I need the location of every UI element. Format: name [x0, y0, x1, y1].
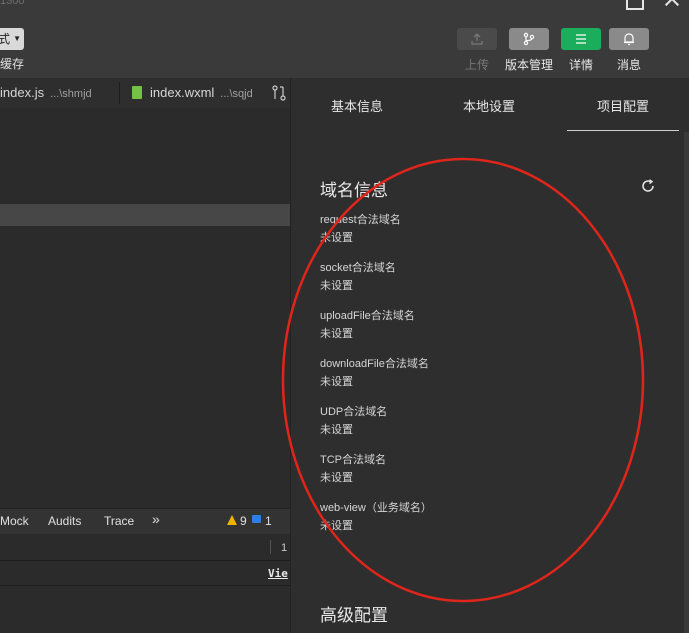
- file-tab-name: index.wxml: [150, 85, 215, 100]
- udp-domain-label: UDP合法域名: [320, 406, 388, 418]
- webview-domain-value: 未设置: [320, 520, 353, 532]
- current-line-highlight: [0, 204, 290, 226]
- divider: [270, 540, 271, 554]
- code-editor[interactable]: [0, 108, 290, 480]
- downloadfile-domain-value: 未设置: [320, 376, 353, 388]
- devtools-tab-audits[interactable]: Audits: [48, 514, 81, 528]
- messages-button[interactable]: 消息: [609, 28, 649, 73]
- branch-icon: [509, 28, 549, 50]
- tab-divider: [119, 82, 120, 104]
- tcp-domain-label: TCP合法域名: [320, 454, 386, 466]
- compile-mode-select[interactable]: 式 ▼: [0, 28, 24, 50]
- uploadfile-domain-value: 未设置: [320, 328, 353, 340]
- file-tab-path: ...\shmjd: [50, 88, 92, 100]
- more-tabs-icon[interactable]: »: [152, 511, 160, 527]
- devtools-tab-trace[interactable]: Trace: [104, 514, 134, 528]
- version-manage-button[interactable]: 版本管理: [505, 28, 553, 73]
- menu-icon: [561, 28, 601, 50]
- wxml-file-icon: [132, 86, 142, 99]
- upload-icon: [457, 28, 497, 50]
- file-tab-index-js[interactable]: index.js ...\shmjd: [0, 78, 92, 108]
- compile-mode-label: 式: [0, 32, 11, 46]
- file-tab-path: ...\sqjd: [220, 88, 253, 100]
- bell-icon: [609, 28, 649, 50]
- file-tab-name: index.js: [0, 85, 45, 100]
- view-link[interactable]: Vie: [268, 567, 288, 580]
- messages-label: 消息: [616, 58, 641, 72]
- console-line-number: 1: [281, 542, 288, 554]
- top-toolbar: 1300 式 ▼ 缓存 上传 版本管理 详情 消息: [0, 0, 689, 78]
- refresh-icon[interactable]: [641, 179, 655, 193]
- domain-info-title: 域名信息: [320, 181, 388, 200]
- request-domain-label: request合法域名: [320, 214, 401, 226]
- advanced-config-title: 高级配置: [320, 606, 388, 625]
- chevron-down-icon: ▼: [13, 34, 21, 43]
- devtools-tab-mock[interactable]: Mock: [0, 514, 29, 528]
- file-tab-index-wxml[interactable]: index.wxml ...\sqjd: [132, 78, 253, 108]
- request-domain-value: 未设置: [320, 232, 353, 244]
- compare-icon[interactable]: [272, 85, 286, 101]
- file-tab-bar: index.js ...\shmjd index.wxml ...\sqjd: [0, 78, 290, 109]
- window-title: 1300: [0, 0, 25, 7]
- panel-scrollbar[interactable]: [684, 132, 689, 633]
- tcp-domain-value: 未设置: [320, 472, 353, 484]
- warning-count[interactable]: 9: [240, 514, 247, 528]
- close-icon[interactable]: [665, 0, 679, 6]
- tab-basic-info[interactable]: 基本信息: [305, 78, 409, 130]
- uploadfile-domain-label: uploadFile合法域名: [320, 310, 415, 322]
- downloadfile-domain-label: downloadFile合法域名: [320, 358, 429, 370]
- message-icon: [252, 515, 261, 523]
- socket-domain-value: 未设置: [320, 280, 353, 292]
- warning-icon: [227, 515, 237, 525]
- udp-domain-value: 未设置: [320, 424, 353, 436]
- info-count[interactable]: 1: [265, 514, 272, 528]
- details-panel: 基本信息 本地设置 项目配置 域名信息 request合法域名 未设置 sock…: [290, 78, 689, 633]
- socket-domain-label: socket合法域名: [320, 262, 396, 274]
- console-row: Vie: [0, 561, 290, 586]
- tab-project-config[interactable]: 项目配置: [567, 78, 679, 131]
- tab-local-settings[interactable]: 本地设置: [437, 78, 541, 130]
- console-row: 1: [0, 534, 290, 561]
- clear-cache-label[interactable]: 缓存: [0, 55, 24, 72]
- webview-domain-label: web-view（业务域名）: [320, 502, 432, 514]
- devtools-tab-bar: Mock Audits Trace » 9 1: [0, 508, 290, 534]
- maximize-icon[interactable]: [626, 0, 644, 10]
- upload-button[interactable]: 上传: [457, 28, 497, 73]
